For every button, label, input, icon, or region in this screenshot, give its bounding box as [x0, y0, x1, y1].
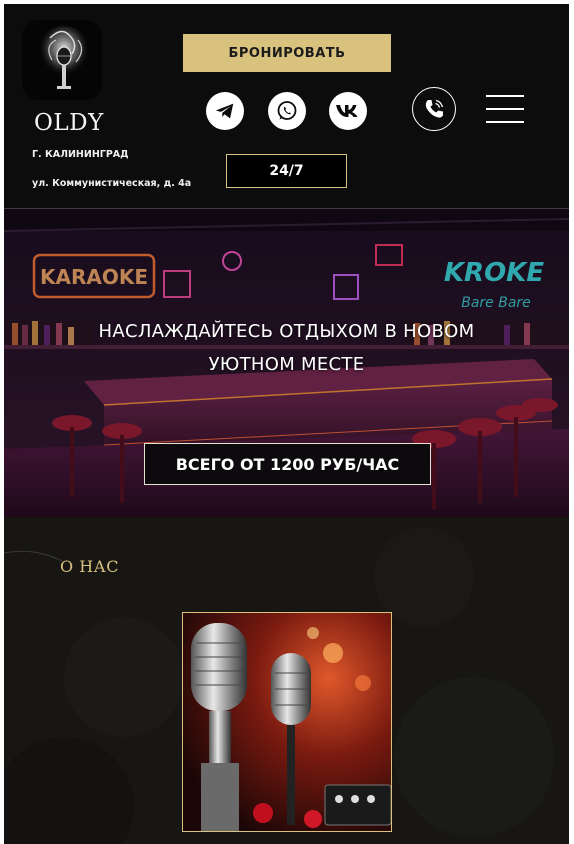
hamburger-line: [486, 121, 524, 123]
vk-icon: [336, 105, 358, 117]
about-section: О НАС: [4, 517, 569, 844]
telegram-icon: [215, 103, 234, 119]
hamburger-menu-icon: [486, 95, 524, 97]
brand-name: OLDY: [34, 110, 104, 136]
whatsapp-button[interactable]: [268, 92, 306, 130]
phone-button[interactable]: [412, 87, 456, 131]
site-header: OLDY Г. КАЛИНИНГРАД ул. Коммунистическая…: [4, 4, 569, 209]
hours-badge: 24/7: [226, 154, 347, 188]
about-microphone-image: [182, 612, 392, 832]
hero-banner: KARAOKE KROKE Bare Bare НАСЛАЖДАЙТЕСЬ ОТ…: [4, 209, 569, 517]
page-frame: OLDY Г. КАЛИНИНГРАД ул. Коммунистическая…: [4, 4, 569, 844]
book-button[interactable]: БРОНИРОВАТЬ: [183, 34, 391, 72]
hero-title: НАСЛАЖДАЙТЕСЬ ОТДЫХОМ В НОВОМ УЮТНОМ МЕС…: [98, 321, 475, 375]
address-label: ул. Коммунистическая, д. 4а: [32, 178, 192, 189]
about-title: О НАС: [60, 557, 120, 576]
hamburger-line: [486, 108, 524, 110]
city-label: Г. КАЛИНИНГРАД: [32, 149, 129, 160]
telegram-button[interactable]: [206, 92, 244, 130]
logo[interactable]: [22, 20, 102, 100]
whatsapp-icon: [277, 101, 297, 120]
price-button[interactable]: ВСЕГО ОТ 1200 РУБ/ЧАС: [144, 443, 431, 485]
microphone-photo: [183, 613, 391, 831]
hamburger-menu-button[interactable]: [486, 95, 524, 123]
phone-icon: [425, 99, 444, 118]
microphone-logo-icon: [38, 26, 90, 89]
vk-button[interactable]: [329, 92, 367, 130]
